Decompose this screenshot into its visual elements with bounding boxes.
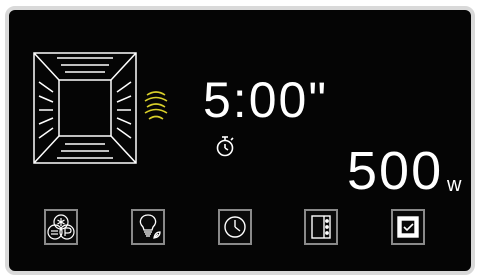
power-display: 500 w bbox=[347, 142, 467, 200]
snowflake-p-icon bbox=[47, 214, 75, 240]
time-value: 5:00" bbox=[203, 72, 329, 128]
stopwatch-icon bbox=[214, 135, 236, 157]
heat-waves-icon bbox=[141, 90, 171, 124]
microwave-control-panel: 5:00" 500 w bbox=[5, 6, 475, 275]
light-eco-button[interactable] bbox=[131, 209, 165, 245]
clock-button[interactable] bbox=[218, 209, 252, 245]
clock-icon bbox=[224, 216, 246, 238]
time-display: 5:00" bbox=[203, 72, 343, 128]
oven-cavity-icon bbox=[33, 52, 137, 164]
mode-button[interactable] bbox=[304, 209, 338, 245]
defrost-eco-button[interactable] bbox=[44, 209, 78, 245]
panel-dots-icon bbox=[311, 215, 331, 239]
confirm-button[interactable] bbox=[391, 209, 425, 245]
power-value: 500 bbox=[347, 141, 444, 201]
bulb-leaf-icon bbox=[139, 214, 161, 239]
power-unit: w bbox=[447, 174, 462, 196]
checkbox-icon bbox=[397, 216, 419, 238]
